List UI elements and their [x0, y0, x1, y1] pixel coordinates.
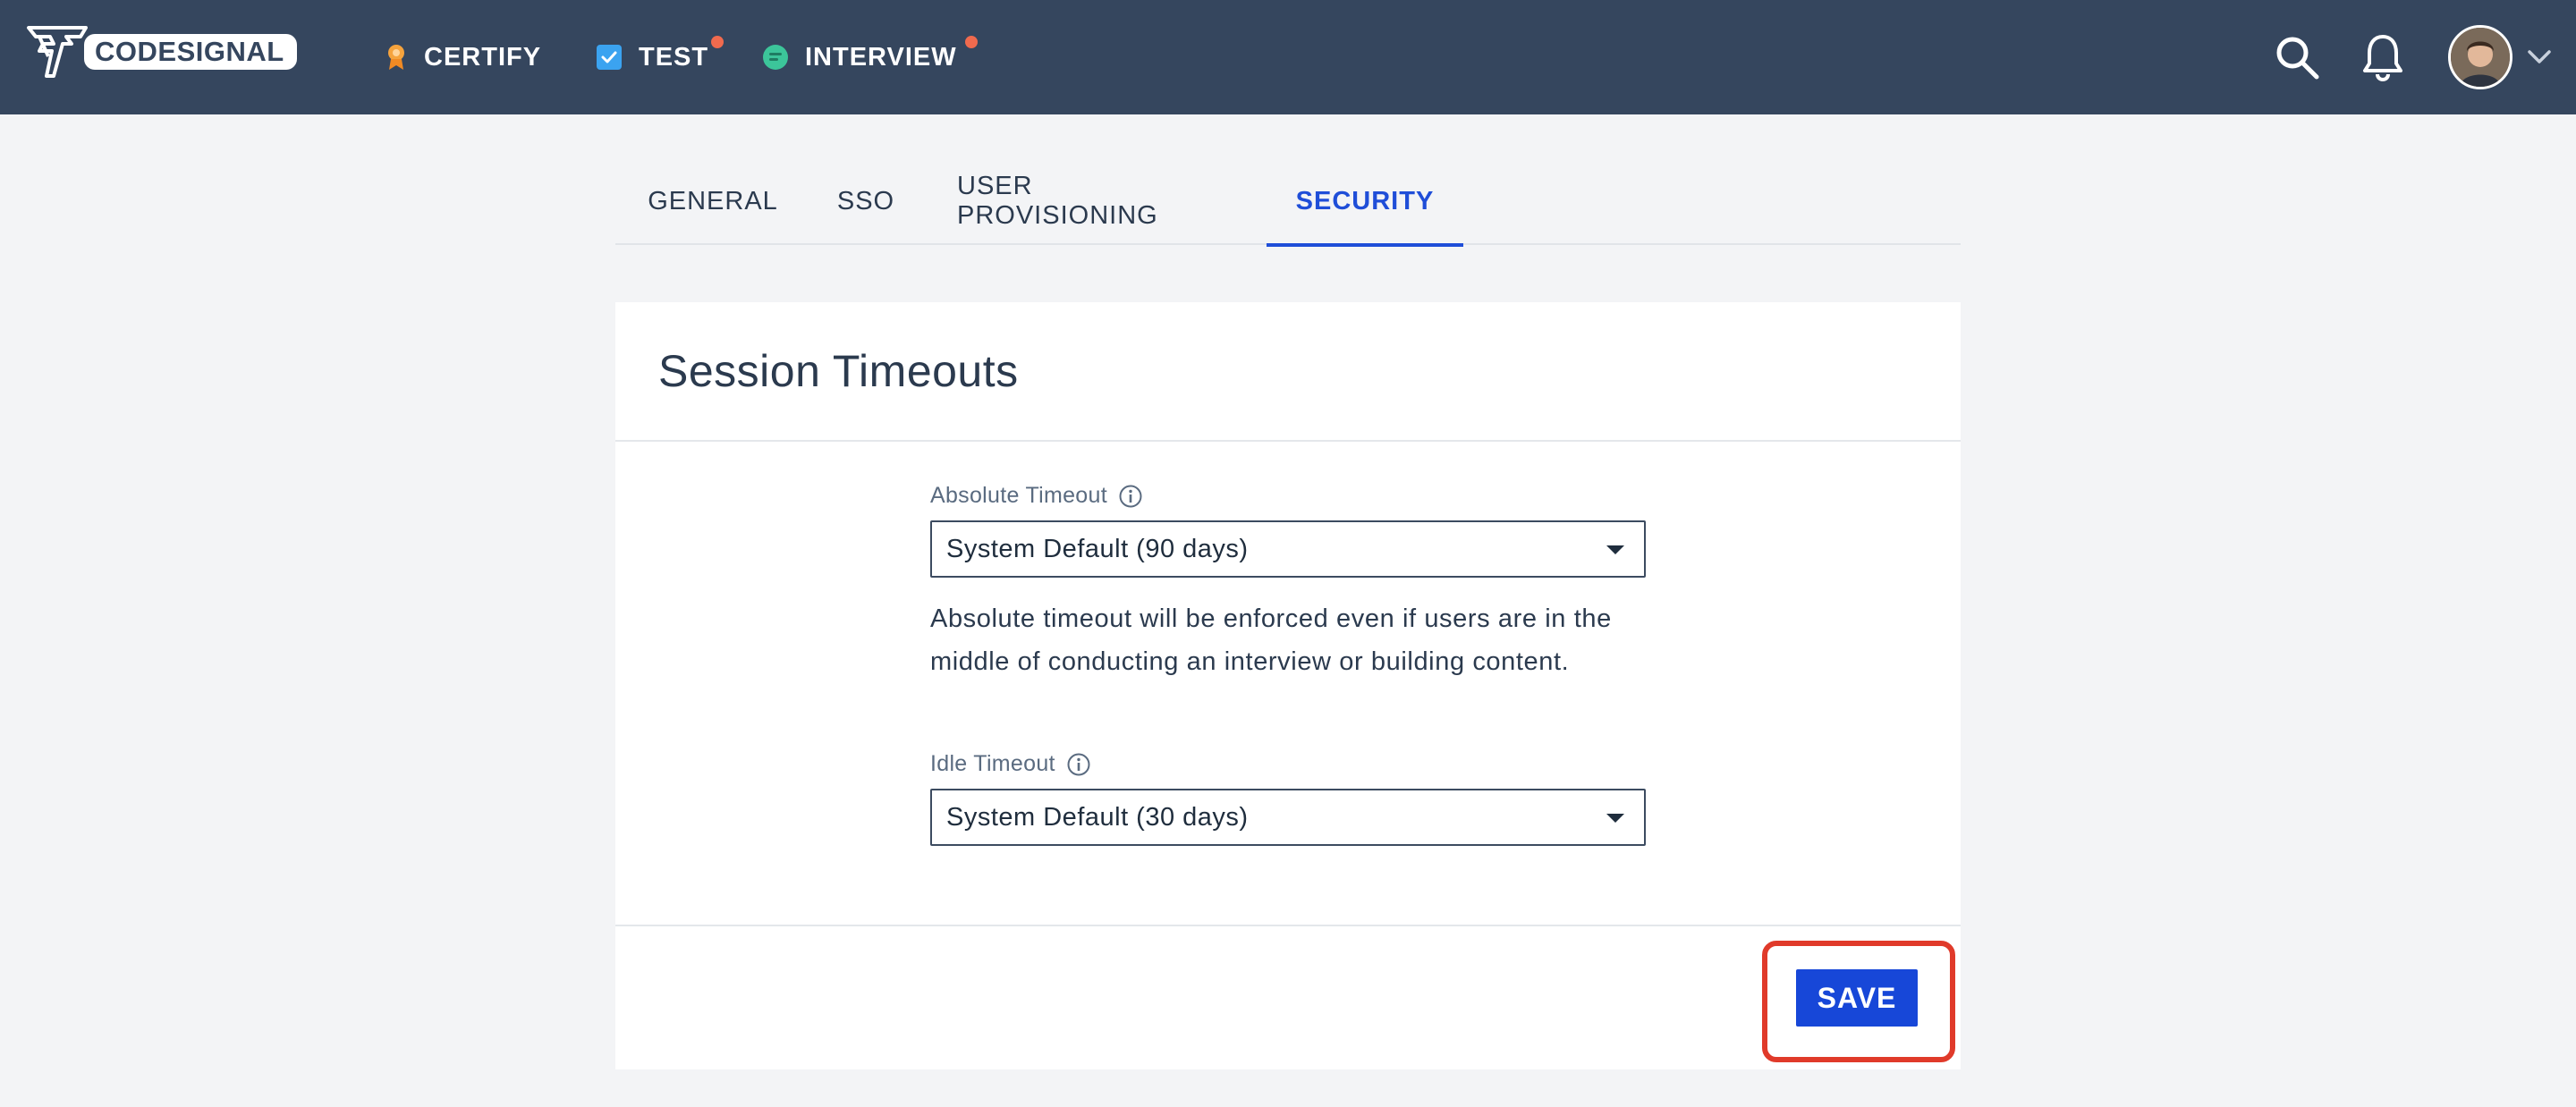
top-navigation-bar: CODESIGNAL CERTIFY TEST INTERVIEW [0, 0, 2576, 114]
idle-timeout-label-row: Idle Timeout [930, 751, 1091, 777]
test-checkbox-icon [596, 44, 623, 71]
chevron-down-icon[interactable] [2524, 45, 2555, 70]
tab-user-provisioning[interactable]: USER PROVISIONING [957, 157, 1234, 245]
avatar[interactable] [2448, 25, 2512, 89]
test-notification-dot [711, 36, 724, 48]
caret-down-icon [1606, 814, 1624, 823]
absolute-timeout-label: Absolute Timeout [930, 483, 1107, 508]
logo-wordmark: CODESIGNAL [84, 34, 297, 70]
nav-certify-label: CERTIFY [424, 42, 542, 72]
idle-timeout-value: System Default (30 days) [946, 802, 1249, 832]
session-timeouts-card: Session Timeouts Absolute Timeout System… [615, 302, 1961, 1069]
save-button[interactable]: SAVE [1796, 969, 1918, 1027]
interview-notification-dot [965, 36, 978, 48]
nav-interview-label: INTERVIEW [805, 42, 957, 72]
absolute-timeout-select[interactable]: System Default (90 days) [930, 520, 1646, 578]
tab-general[interactable]: GENERAL [648, 157, 778, 245]
card-title: Session Timeouts [658, 346, 1019, 396]
interview-chat-icon [762, 44, 789, 71]
nav-test-label: TEST [639, 42, 709, 72]
bell-icon[interactable] [2354, 29, 2411, 86]
header-divider [615, 440, 1961, 442]
idle-timeout-select[interactable]: System Default (30 days) [930, 789, 1646, 846]
footer-divider [615, 925, 1961, 926]
nav-interview[interactable]: INTERVIEW [762, 36, 957, 79]
nav-certify[interactable]: CERTIFY [385, 36, 541, 79]
tab-security[interactable]: SECURITY [1267, 157, 1463, 247]
search-icon[interactable] [2268, 29, 2326, 86]
tab-sso[interactable]: SSO [835, 157, 896, 245]
info-icon[interactable] [1066, 752, 1091, 777]
caret-down-icon [1606, 545, 1624, 554]
info-icon[interactable] [1118, 484, 1143, 509]
absolute-timeout-value: System Default (90 days) [946, 534, 1249, 563]
settings-tabs: GENERAL SSO USER PROVISIONING SECURITY [615, 157, 1961, 247]
certify-ribbon-icon [385, 43, 408, 72]
nav-test[interactable]: TEST [596, 36, 708, 79]
idle-timeout-label: Idle Timeout [930, 751, 1055, 776]
absolute-timeout-label-row: Absolute Timeout [930, 483, 1143, 509]
absolute-timeout-help-text: Absolute timeout will be enforced even i… [930, 604, 1612, 676]
codesignal-logo[interactable]: CODESIGNAL [27, 25, 297, 79]
codesignal-logo-mark-icon [27, 26, 88, 78]
